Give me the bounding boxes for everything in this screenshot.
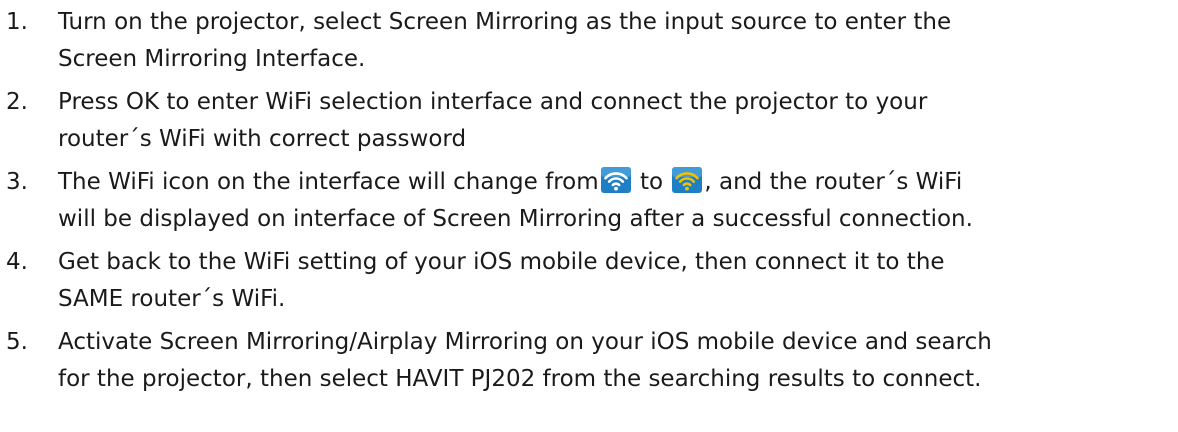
instruction-list: 1. Turn on the projector, select Screen … xyxy=(0,0,1178,398)
wifi-disconnected-icon xyxy=(600,167,631,193)
step-text-line: Press OK to enter WiFi selection interfa… xyxy=(58,89,928,115)
step-number: 5. xyxy=(6,329,28,355)
step-text-line: will be displayed on interface of Screen… xyxy=(58,206,973,232)
step-text-part: , and the router´s WiFi xyxy=(704,169,963,195)
step-text-line: router´s WiFi with correct password xyxy=(58,126,467,152)
step-text-line: SAME router´s WiFi. xyxy=(58,286,286,312)
wifi-connected-icon xyxy=(672,167,703,193)
step-number: 1. xyxy=(6,9,28,35)
step-number: 3. xyxy=(6,169,28,195)
step-2: 2. Press OK to enter WiFi selection inte… xyxy=(0,84,1178,158)
step-4: 4. Get back to the WiFi setting of your … xyxy=(0,244,1178,318)
step-number: 2. xyxy=(6,89,28,115)
step-text-line: Get back to the WiFi setting of your iOS… xyxy=(58,249,945,275)
step-text-line: Screen Mirroring Interface. xyxy=(58,46,366,72)
step-text-part: The WiFi icon on the interface will chan… xyxy=(58,169,599,195)
step-text-part: to xyxy=(632,169,671,195)
step-text-line: Activate Screen Mirroring/Airplay Mirror… xyxy=(58,329,992,355)
step-5: 5. Activate Screen Mirroring/Airplay Mir… xyxy=(0,324,1178,398)
step-text-line: The WiFi icon on the interface will chan… xyxy=(58,164,1178,201)
step-1: 1. Turn on the projector, select Screen … xyxy=(0,4,1178,78)
step-text-line: for the projector, then select HAVIT PJ2… xyxy=(58,366,982,392)
step-3: 3. The WiFi icon on the interface will c… xyxy=(0,164,1178,238)
step-number: 4. xyxy=(6,249,28,275)
step-text-line: Turn on the projector, select Screen Mir… xyxy=(58,9,952,35)
